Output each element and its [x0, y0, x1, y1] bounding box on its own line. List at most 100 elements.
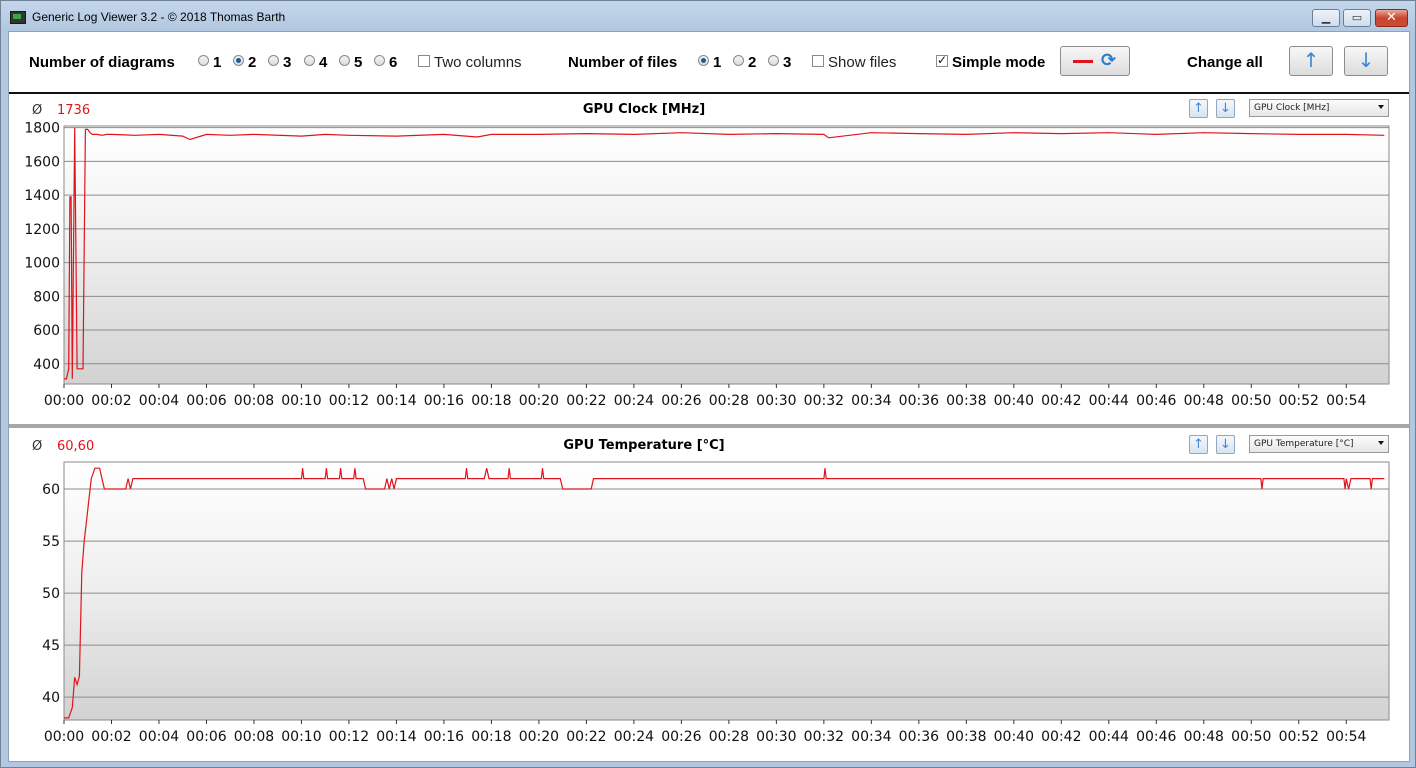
x-tick-label: 00:24 — [614, 729, 654, 745]
diagrams-radio-4[interactable] — [304, 55, 315, 66]
arrow-down-icon: ↓ — [1357, 48, 1375, 72]
x-tick-label: 00:48 — [1184, 393, 1224, 409]
move-diagram-up-button[interactable]: ↑ — [1189, 99, 1208, 118]
move-down-all-button[interactable]: ↓ — [1344, 46, 1388, 76]
average-value: 60,60 — [57, 439, 95, 454]
move-up-all-button[interactable]: ↑ — [1289, 46, 1333, 76]
diagrams-radio-1[interactable] — [198, 55, 209, 66]
x-tick-label: 00:10 — [281, 729, 321, 745]
x-tick-label: 00:08 — [234, 729, 274, 745]
chevron-down-icon — [1378, 105, 1384, 109]
diagrams-radio-label-5: 5 — [354, 54, 363, 71]
files-radio-3[interactable] — [768, 55, 779, 66]
files-radio-1[interactable] — [698, 55, 709, 66]
app-icon — [10, 11, 26, 24]
diagrams-radio-label-1: 1 — [213, 54, 222, 71]
simple-mode-checkbox[interactable] — [936, 53, 948, 67]
change-all-label: Change all — [1187, 54, 1263, 71]
diagrams-radio-5[interactable] — [339, 55, 350, 66]
plot-area — [63, 125, 1390, 385]
x-tick-label: 00:26 — [661, 393, 701, 409]
minimize-button[interactable]: ▁ — [1312, 9, 1340, 27]
x-tick-label: 00:40 — [994, 729, 1034, 745]
diagrams-radio-label-4: 4 — [319, 54, 328, 71]
x-tick-label: 00:04 — [139, 729, 179, 745]
diagram-title: GPU Clock [MHz] — [582, 102, 706, 117]
average-value: 1736 — [57, 103, 91, 118]
plot-area — [63, 461, 1390, 721]
move-diagram-up-button[interactable]: ↑ — [1189, 435, 1208, 454]
x-tick-label: 00:28 — [709, 393, 749, 409]
channel-select[interactable]: GPU Temperature [°C] — [1249, 435, 1389, 453]
diagrams-radio-6[interactable] — [374, 55, 385, 66]
x-tick-label: 00:34 — [851, 729, 891, 745]
x-tick-label: 00:52 — [1279, 393, 1319, 409]
minimize-icon: ▁ — [1321, 11, 1331, 24]
arrow-down-icon: ↓ — [1220, 101, 1231, 116]
x-tick-label: 00:00 — [44, 729, 84, 745]
x-tick-label: 00:20 — [519, 393, 559, 409]
close-button[interactable]: ✕ — [1375, 9, 1408, 27]
y-tick-label: 55 — [42, 534, 60, 550]
chevron-down-icon — [1378, 441, 1384, 445]
x-tick-label: 00:30 — [756, 729, 796, 745]
maximize-button[interactable]: ▭ — [1343, 9, 1371, 27]
x-tick-label: 00:12 — [329, 729, 369, 745]
x-tick-label: 00:32 — [804, 393, 844, 409]
x-tick-label: 00:42 — [1041, 393, 1081, 409]
x-tick-label: 00:36 — [899, 393, 939, 409]
files-radio-2[interactable] — [733, 55, 744, 66]
x-tick-label: 00:10 — [281, 393, 321, 409]
arrow-up-icon: ↑ — [1193, 101, 1204, 116]
line-style-button[interactable]: ⟳ — [1060, 46, 1130, 76]
x-tick-label: 00:14 — [376, 729, 416, 745]
diagrams-radio-label-2: 2 — [248, 54, 257, 71]
arrow-down-icon: ↓ — [1220, 437, 1231, 452]
refresh-icon: ⟳ — [1101, 50, 1117, 71]
gpu-temperature-chart: 40 45 50 55 60 00:00 00:02 00:04 00:06 00:08 00:10… — [42, 461, 1390, 745]
gpu-clock-chart: 400 600 800 1000 1200 1400 1600 1800 00:00 00:02 0… — [24, 121, 1390, 409]
app-window: Generic Log Viewer 3.2 - © 2018 Thomas B… — [0, 0, 1416, 768]
channel-select[interactable]: GPU Clock [MHz] — [1249, 99, 1389, 117]
y-tick-label: 60 — [42, 482, 60, 498]
x-tick-label: 00:40 — [994, 393, 1034, 409]
x-tick-label: 00:24 — [614, 393, 654, 409]
y-tick-label: 1600 — [24, 154, 60, 170]
show-files-checkbox[interactable] — [812, 55, 824, 67]
x-tick-label: 00:32 — [804, 729, 844, 745]
x-tick-label: 00:52 — [1279, 729, 1319, 745]
x-tick-label: 00:08 — [234, 393, 274, 409]
client-area: Number of diagrams 1 2 3 4 5 6 Two colum… — [8, 31, 1410, 762]
x-tick-label: 00:06 — [186, 729, 226, 745]
x-tick-label: 00:50 — [1231, 729, 1271, 745]
panel-divider[interactable] — [9, 424, 1409, 428]
move-diagram-down-button[interactable]: ↓ — [1216, 99, 1235, 118]
x-tick-label: 00:30 — [756, 393, 796, 409]
y-tick-label: 1400 — [24, 188, 60, 204]
move-diagram-down-button[interactable]: ↓ — [1216, 435, 1235, 454]
close-icon: ✕ — [1386, 10, 1397, 25]
x-tick-label: 00:28 — [709, 729, 749, 745]
line-color-swatch — [1073, 60, 1093, 63]
x-tick-label: 00:16 — [424, 393, 464, 409]
x-tick-label: 00:22 — [566, 393, 606, 409]
diagrams-radio-3[interactable] — [268, 55, 279, 66]
average-symbol: Ø — [32, 439, 43, 454]
arrow-up-icon: ↑ — [1193, 437, 1204, 452]
x-tick-label: 00:50 — [1231, 393, 1271, 409]
title-bar[interactable]: Generic Log Viewer 3.2 - © 2018 Thomas B… — [1, 1, 1415, 31]
maximize-icon: ▭ — [1351, 11, 1363, 24]
diagrams-label: Number of diagrams — [29, 54, 175, 71]
two-columns-checkbox[interactable] — [418, 55, 430, 67]
y-tick-label: 400 — [33, 357, 60, 373]
x-tick-label: 00:38 — [946, 393, 986, 409]
x-tick-label: 00:20 — [519, 729, 559, 745]
diagrams-radio-2[interactable] — [233, 55, 244, 66]
channel-select-value: GPU Temperature [°C] — [1254, 439, 1354, 449]
average-symbol: Ø — [32, 103, 43, 118]
y-tick-label: 600 — [33, 323, 60, 339]
x-tick-label: 00:18 — [471, 393, 511, 409]
x-tick-label: 00:48 — [1184, 729, 1224, 745]
x-tick-label: 00:02 — [91, 729, 131, 745]
diagram-panel-2: Ø 60,60 GPU Temperature [°C] ↑ ↓ GPU Tem… — [9, 430, 1409, 760]
